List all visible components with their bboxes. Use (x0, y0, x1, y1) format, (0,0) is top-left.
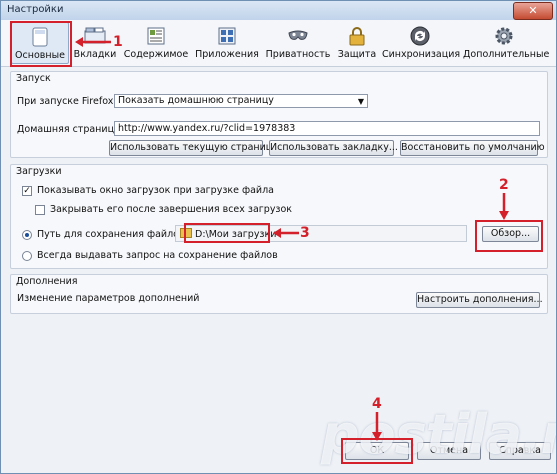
annotation-box-general-tab (10, 21, 72, 67)
tab-privacy[interactable]: Приватность (265, 22, 331, 64)
content-icon (147, 27, 165, 45)
tab-advanced[interactable]: Дополнительные (463, 22, 549, 64)
on-start-label: При запуске Firefox: (17, 96, 117, 107)
close-after-label: Закрывать его после завершения всех загр… (50, 204, 293, 215)
on-start-select[interactable]: Показать домашнюю страницу ▼ (114, 94, 368, 108)
home-page-label: Домашняя страница: (17, 124, 124, 135)
annotation-number-2: 2 (499, 177, 509, 193)
always-ask-label: Всегда выдавать запрос на сохранение фай… (37, 250, 278, 261)
tab-content[interactable]: Содержимое (123, 22, 189, 64)
show-downloads-label: Показывать окно загрузок при загрузке фа… (37, 185, 274, 196)
annotation-number-4: 4 (372, 396, 382, 412)
annotation-box-ok (341, 438, 413, 464)
configure-addons-button[interactable]: Настроить дополнения... (416, 292, 543, 308)
annotation-arrow-1-icon (75, 37, 111, 47)
addons-group-title: Дополнения (16, 276, 78, 287)
restore-default-button[interactable]: Восстановить по умолчанию (400, 140, 545, 156)
use-current-page-button[interactable]: Использовать текущую страницу (109, 140, 278, 156)
title-bar: Настройки ✕ (1, 1, 556, 21)
sync-icon (410, 26, 430, 46)
save-path-label: Путь для сохранения файлов (37, 229, 185, 240)
tab-security[interactable]: Защита (335, 22, 379, 64)
downloads-group-title: Загрузки (16, 166, 62, 177)
annotation-number-3: 3 (300, 225, 310, 241)
applications-icon (218, 27, 236, 45)
lock-icon (349, 27, 365, 46)
always-ask-radio[interactable] (22, 251, 32, 261)
annotation-arrow-3-icon (273, 228, 299, 238)
save-path-radio[interactable] (22, 230, 32, 240)
use-bookmark-button[interactable]: Использовать закладку... (269, 140, 398, 156)
settings-window: Настройки ✕ Основные Вкладки Содержимое … (0, 0, 557, 474)
show-downloads-checkbox[interactable]: ✓ (22, 186, 32, 196)
gear-icon (495, 27, 513, 45)
close-button[interactable]: ✕ (513, 2, 553, 20)
startup-group-title: Запуск (16, 73, 51, 84)
annotation-arrow-2-icon (499, 193, 509, 220)
downloads-group: Загрузки ✓ Показывать окно загрузок при … (10, 164, 548, 269)
window-title: Настройки (7, 4, 64, 15)
addons-description: Изменение параметров дополнений (17, 293, 200, 304)
dropdown-arrow-icon: ▼ (357, 97, 364, 106)
annotation-number-1: 1 (113, 34, 123, 50)
close-after-checkbox[interactable] (35, 205, 45, 215)
home-page-input[interactable]: http://www.yandex.ru/?clid=1978383 (114, 121, 540, 136)
startup-group: Запуск При запуске Firefox: Показать дом… (10, 71, 548, 158)
addons-group: Дополнения Изменение параметров дополнен… (10, 274, 548, 314)
privacy-mask-icon (288, 30, 308, 40)
annotation-box-browse (475, 220, 543, 252)
tab-applications[interactable]: Приложения (194, 22, 260, 64)
annotation-box-path (184, 223, 270, 243)
tab-sync[interactable]: Синхронизация (382, 22, 460, 64)
